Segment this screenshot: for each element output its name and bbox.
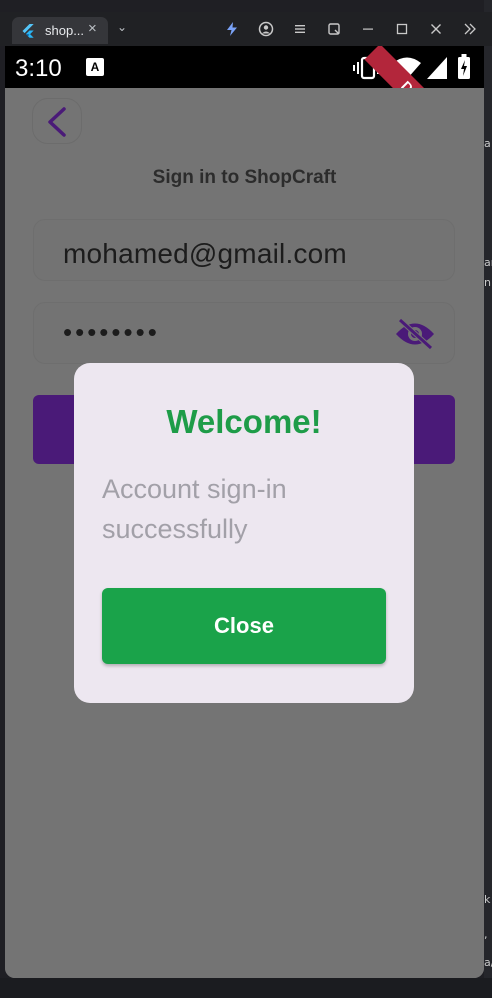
chevron-left-icon xyxy=(48,107,66,137)
email-field-value: mohamed@gmail.com xyxy=(63,238,347,269)
host-text-fragment: a/ xyxy=(484,956,492,969)
host-text-fragment: n xyxy=(484,276,491,289)
screenshot-icon[interactable] xyxy=(326,21,342,37)
minimize-icon[interactable] xyxy=(360,21,376,37)
host-desktop-top xyxy=(0,0,492,12)
maximize-icon[interactable] xyxy=(394,21,410,37)
flutter-icon xyxy=(22,24,34,38)
email-field[interactable]: mohamed@gmail.com xyxy=(33,219,455,281)
lightning-icon[interactable] xyxy=(224,21,240,37)
tab-title: shop... xyxy=(45,23,85,38)
signal-icon xyxy=(427,57,447,79)
host-text-fragment: a xyxy=(484,137,491,150)
double-chevron-right-icon[interactable] xyxy=(462,21,478,37)
browser-toolbar: shop... × ⌄ xyxy=(0,12,492,46)
account-icon[interactable] xyxy=(258,21,274,37)
password-field-value: •••••••• xyxy=(63,317,160,347)
host-desktop-right-panel: a ar n k , a/ xyxy=(484,0,492,998)
host-desktop-bottom xyxy=(0,978,492,998)
host-text-fragment: ar xyxy=(484,256,492,269)
menu-list-icon[interactable] xyxy=(292,21,308,37)
tab-close-icon[interactable]: × xyxy=(88,20,97,37)
chevron-down-icon[interactable]: ⌄ xyxy=(117,20,127,34)
dialog-message: Account sign-in successfully xyxy=(102,474,287,544)
a-badge-icon: A xyxy=(86,58,104,76)
status-time: 3:10 xyxy=(15,55,62,82)
battery-charging-icon xyxy=(458,54,470,79)
eye-off-icon[interactable] xyxy=(394,317,436,351)
host-text-fragment: , xyxy=(484,928,488,941)
browser-tab[interactable]: shop... × xyxy=(12,17,108,44)
back-button[interactable] xyxy=(32,98,82,144)
password-field[interactable]: •••••••• xyxy=(33,302,455,364)
host-text-fragment: k xyxy=(484,893,491,906)
dialog-title: Welcome! xyxy=(166,403,322,440)
close-window-icon[interactable] xyxy=(428,21,444,37)
welcome-dialog: Welcome! Account sign-in successfully Cl… xyxy=(74,363,414,703)
page-title: Sign in to ShopCraft xyxy=(152,167,337,188)
close-button[interactable]: Close xyxy=(102,588,386,664)
